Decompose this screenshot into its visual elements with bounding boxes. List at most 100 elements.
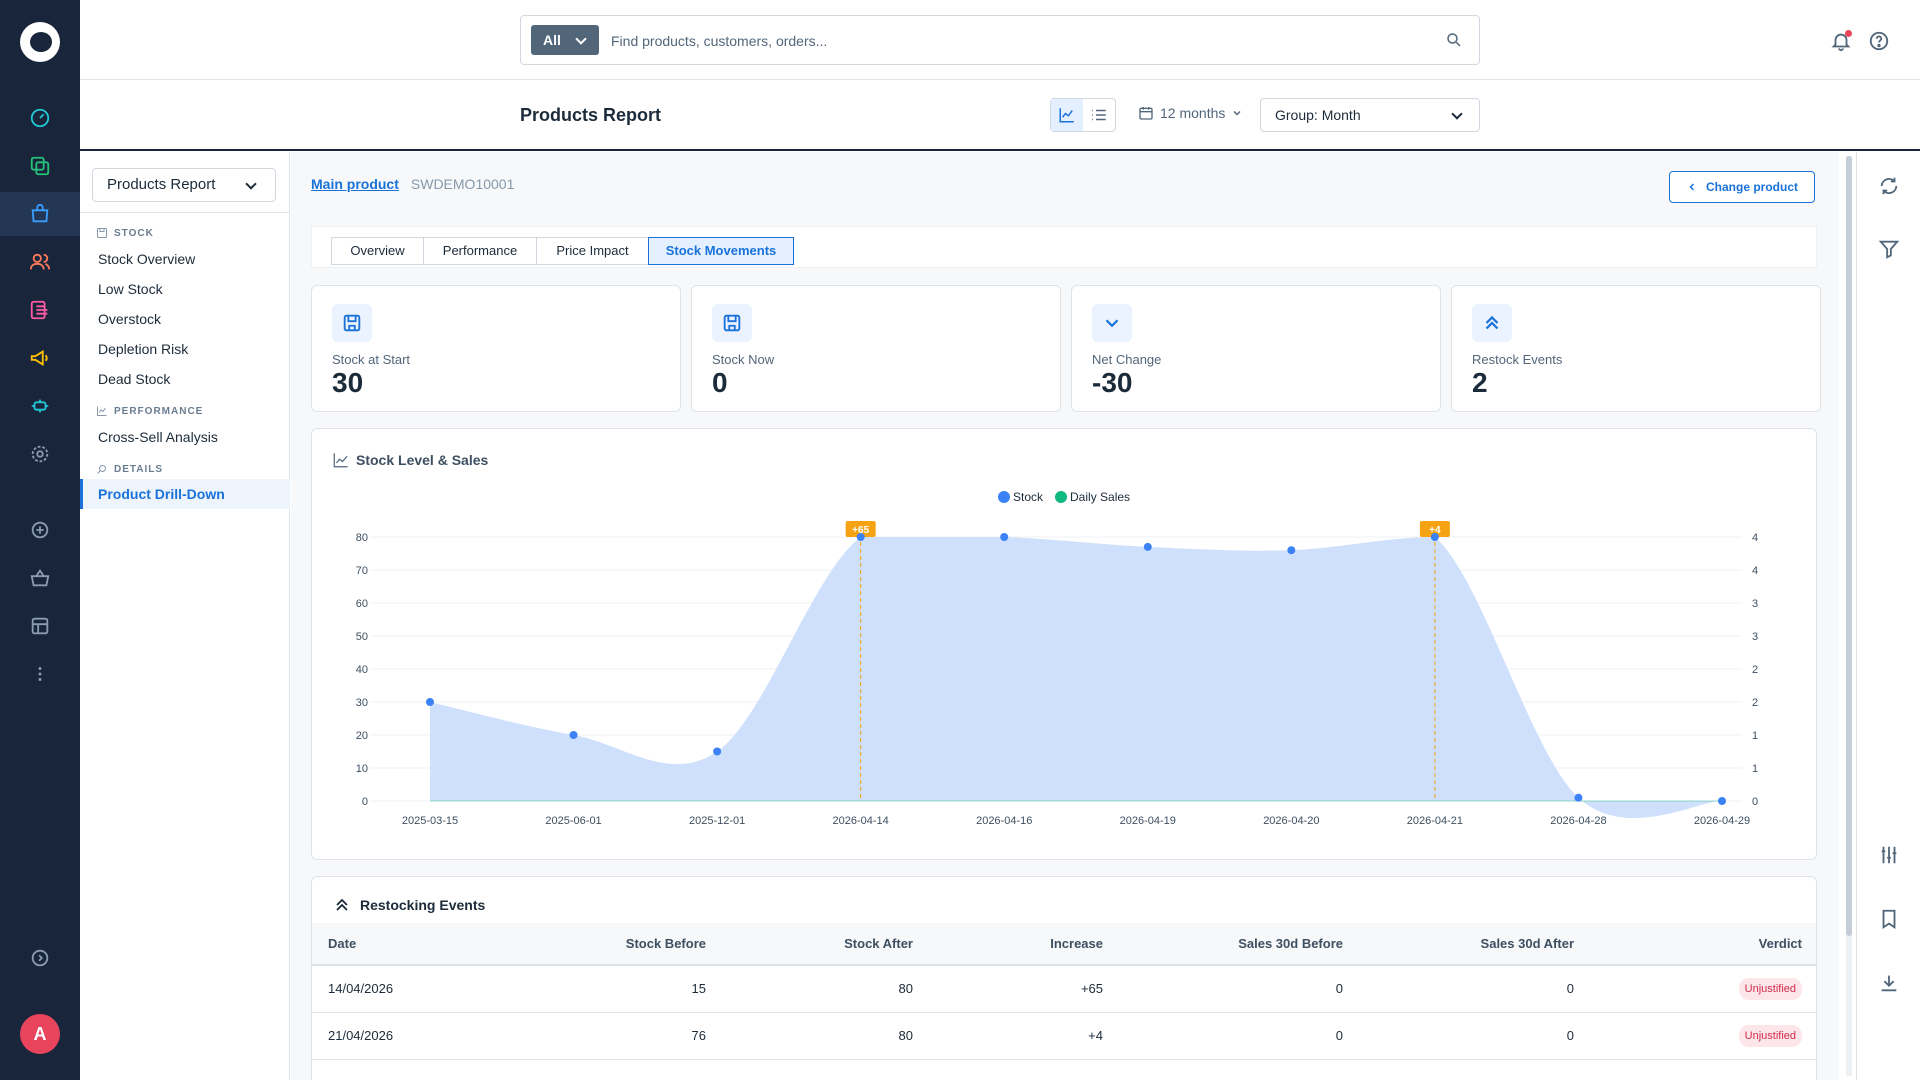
cell-stock-after: 80 <box>722 965 929 1013</box>
notification-dot <box>1845 30 1852 37</box>
more-icon[interactable] <box>26 660 54 688</box>
calendar-icon <box>1139 107 1153 120</box>
cell-verdict: Unjustified <box>1590 965 1816 1013</box>
list-view-button[interactable] <box>1083 99 1115 131</box>
stock-data-point <box>1143 542 1152 551</box>
download-icon[interactable] <box>1878 972 1900 994</box>
main-content: Main product SWDEMO10001 Change product … <box>291 152 1839 1080</box>
table-row: 14/04/2026 15 80 +65 0 0 Unjustified <box>312 965 1816 1013</box>
period-select[interactable]: 12 months <box>1138 105 1243 121</box>
y-tick-label: 30 <box>356 697 368 709</box>
kpi-net-change: Net Change -30 <box>1071 285 1441 412</box>
tab-overview[interactable]: Overview <box>331 237 424 265</box>
sidebar-divider <box>80 212 290 213</box>
verdict-badge: Unjustified <box>1738 977 1802 1000</box>
tab-performance[interactable]: Performance <box>423 237 537 265</box>
chevron-down-icon <box>1233 110 1241 116</box>
refresh-icon[interactable] <box>1878 175 1900 197</box>
y2-tick-label: 3 <box>1752 598 1758 610</box>
y-tick-label: 50 <box>356 631 368 643</box>
x-tick-label: 2025-06-01 <box>545 815 601 827</box>
column-header-date[interactable]: Date <box>312 923 572 966</box>
sidebar-item-overstock[interactable]: Overstock <box>80 304 290 334</box>
kpi-stock-at-start: Stock at Start 30 <box>311 285 681 412</box>
tab-stock-movements[interactable]: Stock Movements <box>648 237 794 265</box>
x-tick-label: 2026-04-28 <box>1550 815 1606 827</box>
bookmark-icon[interactable] <box>1878 908 1900 930</box>
section-details: DETAILS <box>96 463 163 475</box>
global-search: All <box>520 15 1480 65</box>
sidebar-item-cross-sell[interactable]: Cross-Sell Analysis <box>80 422 290 452</box>
basket-icon[interactable] <box>26 564 54 592</box>
sliders-icon[interactable] <box>1878 844 1900 866</box>
column-header-stock-after[interactable]: Stock After <box>722 923 929 966</box>
y2-tick-label: 0 <box>1752 796 1758 808</box>
report-sidebar: Products Report STOCK Stock Overview Low… <box>80 152 290 1080</box>
cell-sales-before: 0 <box>1119 1012 1359 1060</box>
restocking-events-card: Restocking Events Date Stock Before Stoc… <box>311 876 1817 1080</box>
content-icon[interactable] <box>26 296 54 324</box>
main-navigation: A <box>0 0 80 1080</box>
right-action-bar <box>1856 152 1920 1080</box>
main-scrollbar[interactable] <box>1846 156 1852 1076</box>
app-logo[interactable] <box>20 22 60 62</box>
stock-data-point <box>856 533 865 541</box>
chevron-left-icon <box>1689 183 1695 191</box>
y-tick-label: 40 <box>356 664 368 676</box>
top-bar: All <box>80 0 1920 80</box>
column-header-sales-before[interactable]: Sales 30d Before <box>1119 923 1359 966</box>
sidebar-item-dead-stock[interactable]: Dead Stock <box>80 364 290 394</box>
filter-icon[interactable] <box>1878 238 1900 260</box>
search-icon[interactable] <box>1445 31 1463 49</box>
stock-section-icon <box>97 228 107 238</box>
catalog-icon[interactable] <box>26 152 54 180</box>
search-input[interactable] <box>611 28 1391 54</box>
x-tick-label: 2026-04-14 <box>833 815 889 827</box>
change-product-button[interactable]: Change product <box>1669 171 1815 203</box>
user-avatar[interactable]: A <box>20 1014 60 1054</box>
list-icon <box>1092 109 1106 121</box>
page-header: Products Report 12 months Group: Month <box>80 80 1920 151</box>
stock-data-point <box>1287 546 1296 555</box>
chart-view-button[interactable] <box>1051 99 1083 131</box>
stock-area <box>430 537 1722 819</box>
marketing-icon[interactable] <box>26 344 54 372</box>
column-header-stock-before[interactable]: Stock Before <box>572 923 722 966</box>
report-select[interactable]: Products Report <box>92 168 276 202</box>
column-header-increase[interactable]: Increase <box>929 923 1119 966</box>
kpi-label: Restock Events <box>1472 352 1563 367</box>
group-by-select[interactable]: Group: Month <box>1260 98 1480 132</box>
x-tick-label: 2025-12-01 <box>689 815 745 827</box>
scrollbar-thumb[interactable] <box>1846 156 1852 936</box>
extensions-icon[interactable] <box>26 392 54 420</box>
y2-tick-label: 2 <box>1752 697 1758 709</box>
sidebar-item-depletion-risk[interactable]: Depletion Risk <box>80 334 290 364</box>
stock-data-point <box>1574 793 1583 802</box>
add-circle-icon[interactable] <box>26 516 54 544</box>
y2-tick-label: 4 <box>1752 565 1758 577</box>
column-header-verdict[interactable]: Verdict <box>1590 923 1816 966</box>
tab-price-impact[interactable]: Price Impact <box>536 237 649 265</box>
sidebar-item-low-stock[interactable]: Low Stock <box>80 274 290 304</box>
column-header-sales-after[interactable]: Sales 30d After <box>1359 923 1590 966</box>
cell-stock-before: 76 <box>572 1012 722 1060</box>
settings-icon[interactable] <box>26 440 54 468</box>
y2-tick-label: 3 <box>1752 631 1758 643</box>
stock-chart-card: Stock Level & Sales Stock Daily Sales 00… <box>311 428 1817 860</box>
search-scope-select[interactable]: All <box>531 25 599 55</box>
help-icon[interactable] <box>1868 30 1890 52</box>
stock-data-point <box>1718 797 1726 805</box>
store-icon[interactable] <box>26 612 54 640</box>
main-product-link[interactable]: Main product <box>311 176 399 192</box>
notifications-bell-icon[interactable] <box>1830 30 1852 52</box>
view-toggle <box>1050 98 1116 132</box>
sidebar-item-product-drill-down[interactable]: Product Drill-Down <box>80 479 290 509</box>
customers-icon[interactable] <box>26 248 54 276</box>
orders-icon[interactable] <box>26 200 54 228</box>
section-stock: STOCK <box>96 227 154 239</box>
expand-nav-icon[interactable] <box>26 944 54 972</box>
y-tick-label: 80 <box>356 532 368 544</box>
dashboard-icon[interactable] <box>26 104 54 132</box>
save-icon <box>712 304 752 342</box>
sidebar-item-stock-overview[interactable]: Stock Overview <box>80 244 290 274</box>
